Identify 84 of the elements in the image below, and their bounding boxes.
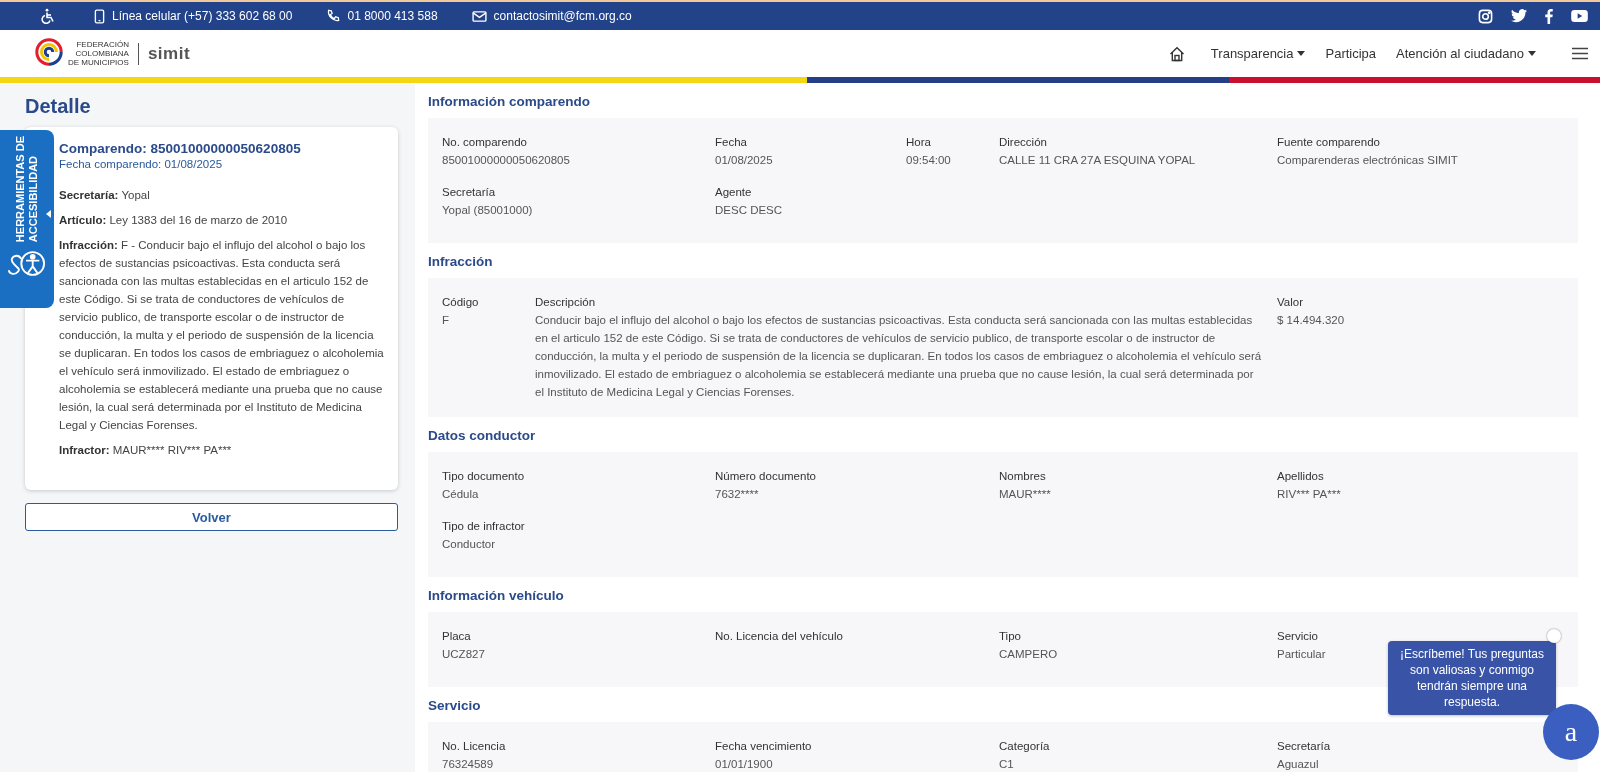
field-label: No. Licencia del vehículo (715, 629, 843, 644)
page-title: Detalle (25, 95, 92, 118)
field-label: Número documento (715, 469, 816, 484)
field-label: Fecha vencimiento (715, 739, 812, 754)
mobile-phone-icon (94, 8, 105, 24)
detail-text: Secretaría: Yopal (59, 188, 151, 203)
email-link[interactable]: contactosimit@fcm.org.co (493, 9, 632, 23)
field-label: Secretaría (442, 185, 497, 200)
field-label: Dirección (999, 135, 1048, 150)
field-label: Hora (906, 135, 932, 150)
federation-name: FEDERACIÓN COLOMBIANA DE MUNICIPIOS (68, 40, 129, 67)
field-value: F (442, 313, 451, 328)
phone-icon (326, 9, 341, 23)
field-label: Fuente comparendo (1277, 135, 1381, 150)
field-label: Código (442, 295, 479, 310)
field-value: 01/01/1900 (715, 757, 774, 772)
citation-date: Fecha comparendo: 01/08/2025 (59, 158, 224, 170)
section-title: Infracción (428, 253, 493, 271)
field-label: No. Licencia (442, 739, 506, 754)
accessibility-figure-icon (8, 250, 46, 278)
field-value: C1 (999, 757, 1015, 772)
phone-number[interactable]: Línea celular (+57) 333 602 68 00 (112, 9, 293, 23)
section-title: Información comparendo (428, 93, 591, 111)
field-value: CAMPERO (999, 647, 1059, 662)
simit-wordmark: simit (147, 43, 191, 64)
field-value: Conducir bajo el influjo del alcohol o bajo los efectos de sustancias psicoactivas. Esta conducta será sancionada con las multas establecidas en el articulo 152 de este Código. Si se trata de conductores de vehículos de servicio publico, de transporte escolar o de instructor de conducción, la multa y el periodo de suspensión de la licencia se duplicaran. En todos los casos de embriaguez o alcoholemia el vehículo será inmovilizado. El estado de embriaguez o alcoholemia se establecerá mediante una prueba que no cause lesión, la cual será determinada por el Instituto de Medicina Legal y Ciencias Forenses. (535, 313, 1263, 400)
phone-number[interactable]: 01 8000 413 588 (347, 9, 438, 23)
field-value: Comparenderas electrónicas SIMIT (1277, 153, 1459, 168)
detail-text: Infracción: F - Conducir bajo el influjo del alcohol o bajo los efectos de sustancias psicoactivas. Esta conducta será sancionada con las multas establecidas en el articulo 152 de este Código. Si se trata de conductores de vehículos de servicio publico, de transporte escolar o de instructor de conducción, la multa y el periodo de suspensión de la licencia se duplicaran. En todos los casos de embriaguez o alcoholemia el vehículo será inmovilizado. El estado de embriaguez o alcoholemia se establecerá mediante una prueba que no cause lesión, la cual será determinada por el Instituto de Medicina Legal y Ciencias Forenses. (59, 238, 385, 433)
field-value: 01/08/2025 (715, 153, 774, 168)
field-value: 85001000000050620805 (442, 153, 571, 168)
field-value: $ 14.494.320 (1277, 313, 1346, 328)
wheelchair-icon[interactable] (40, 8, 56, 24)
section-title: Datos conductor (428, 427, 536, 445)
detail-text: Artículo: Ley 1383 del 16 de marzo de 2010 (59, 213, 289, 228)
field-value: MAUR**** (999, 487, 1052, 502)
nav-link[interactable]: Transparencia (1210, 46, 1306, 61)
field-label: Apellidos (1277, 469, 1325, 484)
field-value: CALLE 11 CRA 27A ESQUINA YOPAL (999, 153, 1197, 168)
citation-number: Comparendo: 85001000000050620805 (59, 141, 302, 156)
field-label: No. comparendo (442, 135, 529, 150)
nav-link[interactable]: Atención al ciudadano (1396, 46, 1536, 61)
back-button[interactable]: Volver (25, 503, 398, 531)
field-label: Valor (1277, 295, 1304, 310)
home-icon[interactable] (1168, 45, 1185, 62)
field-label: Secretaría (1277, 739, 1331, 754)
detail-text: Infractor: MAUR**** RIV*** PA*** (59, 443, 233, 458)
field-value: Yopal (85001000) (442, 203, 534, 218)
section-title: Servicio (428, 697, 481, 715)
mail-icon (471, 10, 487, 22)
field-value: 7632**** (715, 487, 760, 502)
tab-label: HERRAMIENTAS DE (14, 136, 27, 243)
field-label: Servicio (1277, 629, 1319, 644)
facebook-icon[interactable] (1545, 8, 1553, 24)
caret-icon (1528, 51, 1536, 56)
nav-link[interactable]: Participa (1325, 46, 1377, 61)
field-value: UCZ827 (442, 647, 486, 662)
field-label: Categoría (999, 739, 1050, 754)
section-title: Información vehículo (428, 587, 564, 605)
video-play-icon[interactable] (1571, 10, 1588, 22)
field-label: Tipo (999, 629, 1022, 644)
menu-icon[interactable] (1572, 47, 1588, 60)
field-label: Tipo documento (442, 469, 525, 484)
field-value: 09:54:00 (906, 153, 952, 168)
field-label: Agente (715, 185, 753, 200)
field-label: Placa (442, 629, 472, 644)
field-label: Descripción (535, 295, 597, 310)
instagram-icon[interactable] (1478, 8, 1493, 24)
field-value: 76324589 (442, 757, 495, 772)
chat-message: ¡Escríbeme! Tus preguntas son valiosas y conmigo tendrán siempre una respuesta. (1388, 641, 1556, 715)
field-value: Cédula (442, 487, 480, 502)
caret-icon (1297, 51, 1306, 56)
field-label: Fecha (715, 135, 748, 150)
field-value: Conductor (442, 537, 497, 552)
field-value: DESC DESC (715, 203, 784, 218)
bird-icon[interactable] (1511, 9, 1527, 23)
field-value: Particular (1277, 647, 1327, 662)
accessibility-tab[interactable]: HERRAMIENTAS DE ACCESIBILIDAD (0, 130, 54, 308)
triangle-icon (46, 210, 51, 218)
field-value: RIV*** PA*** (1277, 487, 1342, 502)
field-value: Aguazul (1277, 757, 1320, 772)
field-label: Tipo de infractor (442, 519, 525, 534)
tab-label: ACCESIBILIDAD (27, 154, 40, 243)
field-label: Nombres (999, 469, 1047, 484)
